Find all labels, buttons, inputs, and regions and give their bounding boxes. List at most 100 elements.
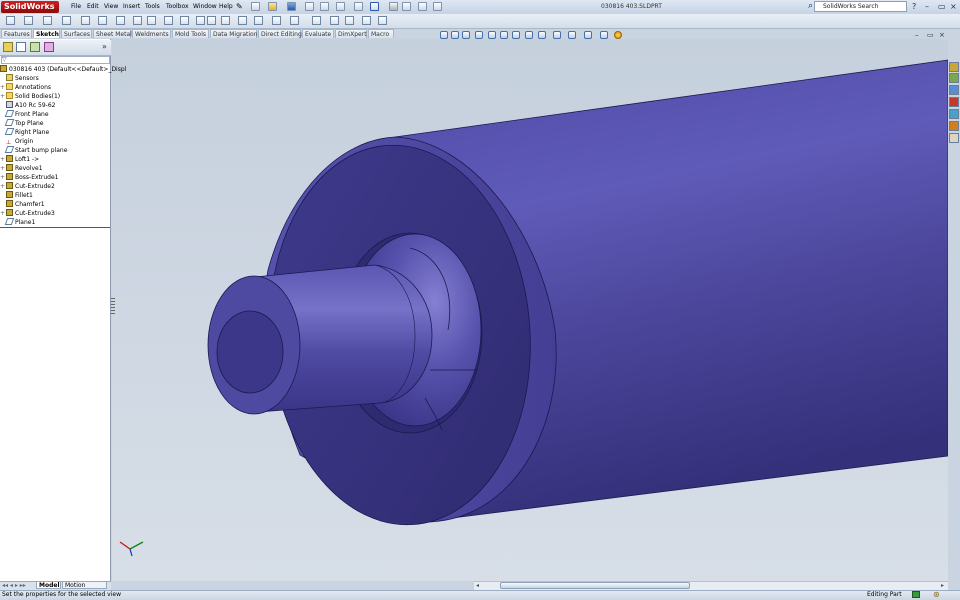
tree-item-loft1[interactable]: + Loft1 -> — [0, 155, 39, 164]
menu-file[interactable]: File — [71, 2, 81, 12]
undo-icon[interactable] — [320, 2, 329, 11]
mirror-icon[interactable] — [290, 16, 299, 25]
scroll-right-icon[interactable]: ▸ — [941, 582, 944, 589]
shadows-icon[interactable] — [600, 31, 608, 39]
tree-item-cut-extrude2[interactable]: + Cut-Extrude2 — [0, 182, 55, 191]
rebuild-traffic-icon[interactable] — [389, 2, 398, 11]
line-icon[interactable] — [43, 16, 52, 25]
tree-item-cut-extrude3[interactable]: + Cut-Extrude3 — [0, 209, 55, 218]
move-entities-icon[interactable] — [330, 16, 339, 25]
tree-item-chamfer1[interactable]: Chamfer1 — [0, 200, 45, 209]
tree-item-material[interactable]: A10 Rc 59-62 — [0, 101, 55, 110]
tab-data-migration[interactable]: Data Migration — [210, 29, 258, 38]
tree-item-plane1[interactable]: Plane1 — [0, 218, 35, 227]
viewport-close-icon[interactable]: × — [939, 31, 945, 39]
expand-panel-icon[interactable]: » — [102, 42, 107, 52]
minimize-icon[interactable]: – — [925, 2, 929, 12]
scrollbar-thumb[interactable] — [500, 582, 690, 589]
zoom-to-fit-icon[interactable] — [440, 31, 448, 39]
menu-view[interactable]: View — [104, 2, 118, 12]
tree-item-annotations[interactable]: + Annotations — [0, 83, 51, 92]
apply-scene-icon[interactable] — [553, 31, 561, 39]
tree-item-start-bump-plane[interactable]: Start bump plane — [0, 146, 67, 155]
configuration-manager-tab-icon[interactable] — [30, 42, 40, 52]
tree-item-right-plane[interactable]: Right Plane — [0, 128, 49, 137]
select-arrow-icon[interactable] — [370, 2, 379, 11]
tab-features[interactable]: Features — [1, 29, 32, 38]
save-icon[interactable] — [287, 2, 296, 11]
section-view-icon[interactable] — [475, 31, 483, 39]
edit-appearance-icon[interactable] — [538, 31, 546, 39]
polygon-icon[interactable] — [133, 16, 142, 25]
part-model[interactable] — [112, 39, 948, 581]
zoom-area-icon[interactable] — [451, 31, 459, 39]
view-palette-icon[interactable] — [949, 109, 959, 119]
restore-icon[interactable]: ▭ — [938, 2, 946, 12]
tree-item-revolve1[interactable]: + Revolve1 — [0, 164, 43, 173]
linear-pattern-icon[interactable] — [312, 16, 321, 25]
menu-window[interactable]: Window — [193, 2, 217, 12]
panel-splitter[interactable] — [111, 298, 115, 314]
viewport-restore-icon[interactable]: ▭ — [927, 31, 934, 39]
plane-sketch-icon[interactable] — [196, 16, 205, 25]
ellipse-icon[interactable] — [164, 16, 173, 25]
tree-item-boss-extrude1[interactable]: + Boss-Extrude1 — [0, 173, 59, 182]
appearances-icon[interactable] — [949, 121, 959, 131]
design-library-icon[interactable] — [949, 73, 959, 83]
tab-weldments[interactable]: Weldments — [132, 29, 171, 38]
realview-icon[interactable] — [584, 31, 592, 39]
pushpin-icon[interactable]: ✎ — [236, 2, 243, 12]
options-icon[interactable] — [418, 2, 427, 11]
graphics-area[interactable] — [112, 39, 948, 581]
help-status-icon[interactable] — [912, 591, 920, 598]
rollback-bar[interactable] — [0, 227, 110, 228]
text-icon[interactable] — [207, 16, 216, 25]
new-document-icon[interactable] — [251, 2, 260, 11]
solidworks-resources-icon[interactable] — [949, 62, 959, 72]
convert-entities-icon[interactable] — [254, 16, 263, 25]
tab-motion-study-1[interactable]: Motion Study 1 — [62, 581, 107, 597]
display-relations-icon[interactable] — [345, 16, 354, 25]
fillet-sketch-icon[interactable] — [180, 16, 189, 25]
tab-mold-tools[interactable]: Mold Tools — [172, 29, 209, 38]
trim-icon[interactable] — [238, 16, 247, 25]
menu-edit[interactable]: Edit — [87, 2, 99, 12]
customize-icon[interactable] — [433, 2, 442, 11]
scroll-left-icon[interactable]: ◂ — [476, 582, 479, 589]
tab-sheet-metal[interactable]: Sheet Metal — [93, 29, 132, 38]
repair-sketch-icon[interactable] — [362, 16, 371, 25]
viewport-minimize-icon[interactable]: – — [915, 31, 919, 39]
solidworks-logo[interactable]: SolidWorks — [1, 1, 59, 13]
tab-scroll-arrows[interactable]: ◂◂ ◂ ▸ ▸▸ — [2, 582, 26, 589]
tree-item-sensors[interactable]: Sensors — [0, 74, 39, 83]
menu-insert[interactable]: Insert — [123, 2, 140, 12]
tab-surfaces[interactable]: Surfaces — [61, 29, 92, 38]
print-icon[interactable] — [305, 2, 314, 11]
feature-manager-tab-icon[interactable] — [3, 42, 13, 52]
search-icon[interactable]: ⌕ — [808, 1, 813, 12]
quick-snaps-icon[interactable] — [378, 16, 387, 25]
tree-item-fillet1[interactable]: Fillet1 — [0, 191, 33, 200]
property-manager-tab-icon[interactable] — [16, 42, 26, 52]
tree-item-origin[interactable]: ⊥ Origin — [0, 137, 33, 146]
view-orientation-icon[interactable] — [500, 31, 508, 39]
monitor-icon[interactable] — [614, 31, 622, 39]
circle-icon[interactable] — [98, 16, 107, 25]
tree-item-solid-bodies[interactable]: + Solid Bodies(1) — [0, 92, 60, 101]
dynamic-annotation-icon[interactable] — [488, 31, 496, 39]
menu-help[interactable]: Help — [219, 2, 233, 12]
point-icon[interactable] — [221, 16, 230, 25]
rebuild-icon[interactable] — [354, 2, 363, 11]
close-icon[interactable]: × — [950, 2, 957, 12]
hide-show-items-icon[interactable] — [525, 31, 533, 39]
smart-dimension-icon[interactable] — [24, 16, 33, 25]
tree-item-front-plane[interactable]: Front Plane — [0, 110, 49, 119]
custom-properties-icon[interactable] — [949, 133, 959, 143]
redo-icon[interactable] — [336, 2, 345, 11]
display-style-icon[interactable] — [512, 31, 520, 39]
tab-sketch[interactable]: Sketch — [33, 29, 60, 38]
offset-icon[interactable] — [272, 16, 281, 25]
file-properties-icon[interactable] — [402, 2, 411, 11]
tab-dimxpert[interactable]: DimXpert — [335, 29, 367, 38]
tree-root[interactable]: 030816 403 (Default<<Default>_Displ — [0, 65, 126, 74]
